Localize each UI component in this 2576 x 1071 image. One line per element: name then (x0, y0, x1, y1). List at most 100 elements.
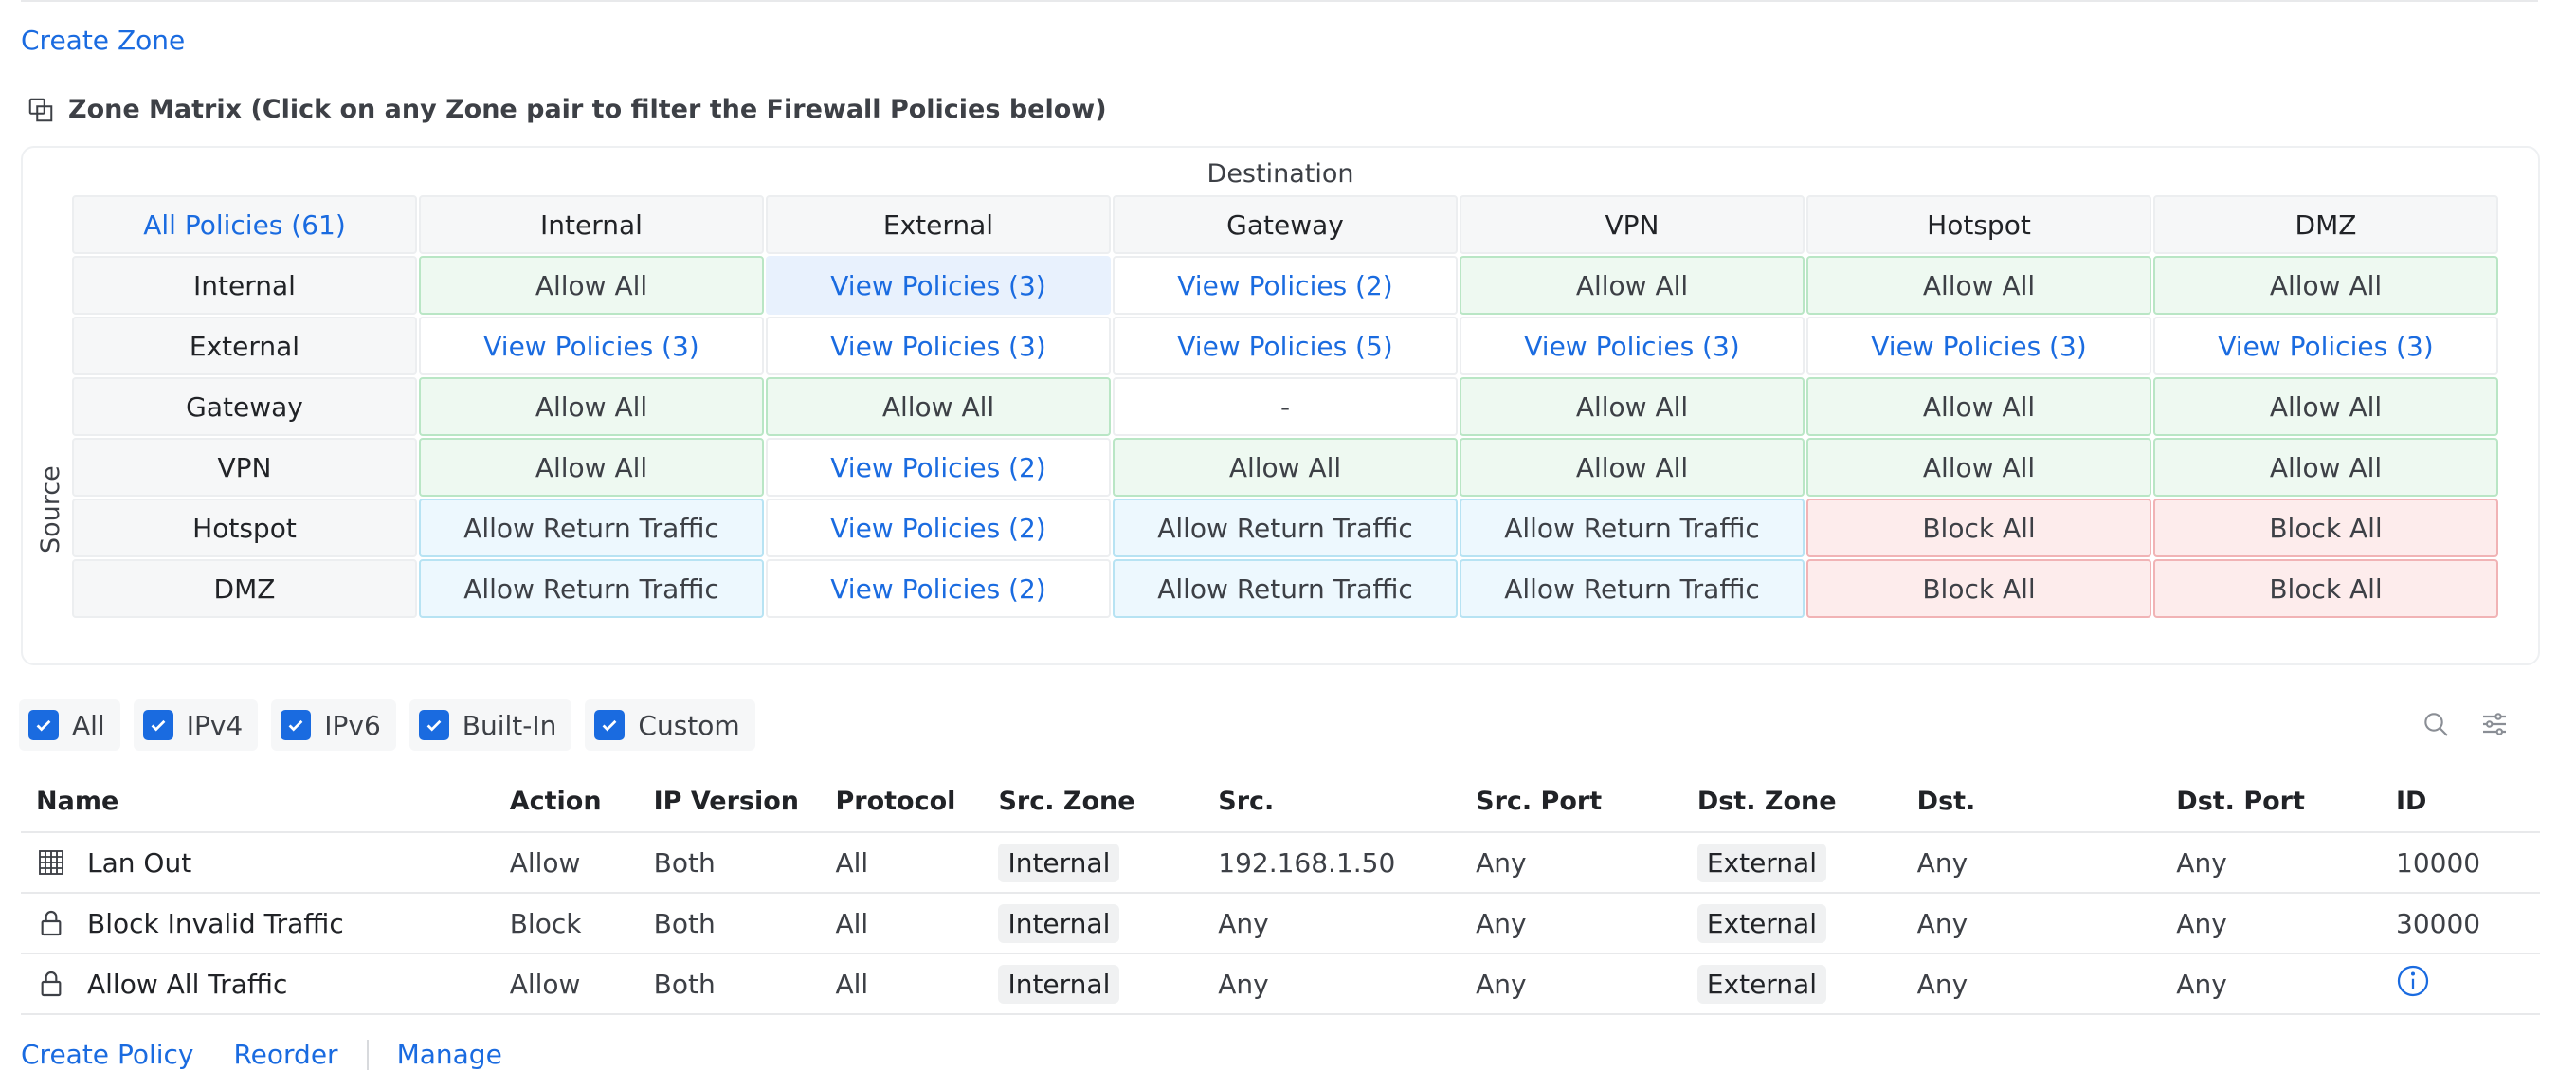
cell-action: Allow (494, 953, 639, 1015)
destination-zone-header: Hotspot (1806, 195, 2151, 254)
checkmark-icon (288, 719, 303, 732)
cell-src-zone: Internal (983, 893, 1204, 954)
column-header[interactable]: Dst. Zone (1681, 771, 1902, 833)
zone-pair-cell[interactable]: Allow Return Traffic (419, 559, 764, 618)
zone-pair-cell[interactable]: Allow All (1806, 377, 2151, 436)
table-row[interactable]: Lan Out Allow Both All Internal 192.168.1.50 A… (21, 832, 2540, 894)
filter-label: IPv6 (324, 709, 381, 741)
destination-zone-header: Gateway (1113, 195, 1458, 254)
source-axis-label: Source (36, 465, 65, 554)
zone-tag: Internal (998, 903, 1120, 943)
reorder-link[interactable]: Reorder (233, 1039, 337, 1070)
cell-src-port: Any (1460, 893, 1682, 954)
zone-pair-cell[interactable]: Allow All (2153, 256, 2498, 315)
zone-pair-cell[interactable]: Allow All (2153, 438, 2498, 497)
filter-chip[interactable]: IPv6 (271, 699, 396, 751)
column-header[interactable]: Dst. Port (2161, 771, 2382, 833)
cell-ip-version: Both (638, 832, 821, 894)
column-header[interactable]: Name (21, 771, 495, 833)
cell-src-port: Any (1460, 953, 1682, 1015)
zone-pair-cell[interactable]: Allow All (1460, 256, 1805, 315)
matrix-row: DMZ Allow Return Traffic View Policies (2)… (72, 559, 2498, 618)
footer-divider (366, 1039, 369, 1070)
zone-matrix-icon (28, 98, 53, 121)
checkbox[interactable] (281, 710, 312, 740)
cell-src-port: Any (1460, 832, 1682, 894)
filter-label: All (72, 709, 105, 741)
cell-dst: Any (1901, 832, 2162, 894)
cell-src: Any (1203, 953, 1461, 1015)
zone-tag: Internal (998, 843, 1120, 882)
destination-zone-header: VPN (1460, 195, 1805, 254)
destination-axis-label: Destination (1206, 159, 1354, 189)
column-header[interactable]: Action (494, 771, 639, 833)
zone-pair-cell[interactable]: Block All (2153, 559, 2498, 618)
column-header[interactable]: Src. (1203, 771, 1461, 833)
zone-pair-cell[interactable]: Allow All (1806, 256, 2151, 315)
zone-pair-cell[interactable]: - (1113, 377, 1458, 436)
zone-pair-cell[interactable]: View Policies (2) (766, 438, 1111, 497)
checkbox[interactable] (418, 710, 449, 740)
source-zone-header: External (72, 317, 417, 375)
all-policies-link[interactable]: All Policies (61) (72, 195, 417, 254)
zone-tag: External (1696, 964, 1826, 1004)
filter-chip[interactable]: Built-In (408, 699, 572, 751)
zone-pair-cell[interactable]: View Policies (3) (1806, 317, 2151, 375)
filter-chip[interactable]: All (19, 699, 120, 751)
checkbox[interactable] (142, 710, 173, 740)
zone-pair-cell[interactable]: Allow All (2153, 377, 2498, 436)
zone-pair-cell[interactable]: Allow All (1113, 438, 1458, 497)
checkbox[interactable] (28, 710, 59, 740)
filter-chip[interactable]: Custom (585, 699, 755, 751)
table-row[interactable]: Allow All Traffic Allow Both All Internal Any… (21, 953, 2540, 1015)
table-row[interactable]: Block Invalid Traffic Block Both All Interna… (21, 893, 2540, 954)
zone-pair-cell[interactable]: Allow All (419, 377, 764, 436)
zone-pair-cell[interactable]: View Policies (3) (1460, 317, 1805, 375)
filter-label: Built-In (462, 709, 557, 741)
zone-pair-cell[interactable]: Allow Return Traffic (419, 499, 764, 557)
policy-filters: All IPv4 IPv6 Built-In Custom (19, 699, 755, 751)
zone-pair-cell[interactable]: View Policies (2) (766, 559, 1111, 618)
column-header[interactable]: ID (2381, 771, 2540, 833)
zone-pair-cell[interactable]: Allow Return Traffic (1460, 499, 1805, 557)
policy-name-text: Block Invalid Traffic (87, 907, 344, 939)
zone-pair-cell[interactable]: Allow Return Traffic (1460, 559, 1805, 618)
create-zone-link[interactable]: Create Zone (21, 25, 185, 56)
zone-pair-cell[interactable]: View Policies (3) (766, 256, 1111, 315)
column-header[interactable]: Protocol (820, 771, 984, 833)
zone-pair-cell[interactable]: View Policies (3) (419, 317, 764, 375)
zone-pair-cell[interactable]: Block All (2153, 499, 2498, 557)
column-header[interactable]: Src. Zone (983, 771, 1204, 833)
zone-pair-cell[interactable]: Allow All (1460, 377, 1805, 436)
policy-name: Allow All Traffic (36, 969, 495, 1000)
cell-dst-zone: External (1681, 832, 1902, 894)
firewall-policies-table: Name Action IP Version Protocol Src. Zone Src… (21, 771, 2540, 1015)
zone-pair-cell[interactable]: Allow All (766, 377, 1111, 436)
filter-chip[interactable]: IPv4 (133, 699, 259, 751)
zone-pair-cell[interactable]: View Policies (3) (2153, 317, 2498, 375)
column-header[interactable]: Src. Port (1460, 771, 1682, 833)
zone-pair-cell[interactable]: Block All (1806, 559, 2151, 618)
zone-pair-cell[interactable]: View Policies (2) (1113, 256, 1458, 315)
zone-pair-cell[interactable]: Allow All (419, 438, 764, 497)
info-icon[interactable] (2396, 964, 2430, 998)
zone-pair-cell[interactable]: View Policies (5) (1113, 317, 1458, 375)
zone-pair-cell[interactable]: View Policies (3) (766, 317, 1111, 375)
cell-protocol: All (820, 953, 984, 1015)
zone-pair-cell[interactable]: Allow Return Traffic (1113, 559, 1458, 618)
column-header[interactable]: IP Version (638, 771, 821, 833)
zone-pair-cell[interactable]: Allow Return Traffic (1113, 499, 1458, 557)
zone-pair-cell[interactable]: Allow All (419, 256, 764, 315)
zone-matrix: Destination Source All Policies (61) Inte… (21, 146, 2540, 665)
search-icon[interactable] (2421, 709, 2451, 739)
column-header[interactable]: Dst. (1901, 771, 2162, 833)
manage-link[interactable]: Manage (397, 1039, 502, 1070)
zone-pair-cell[interactable]: Allow All (1460, 438, 1805, 497)
zone-pair-cell[interactable]: Block All (1806, 499, 2151, 557)
zone-pair-cell[interactable]: Allow All (1806, 438, 2151, 497)
create-policy-link[interactable]: Create Policy (21, 1039, 193, 1070)
grid-icon (39, 850, 63, 875)
checkbox[interactable] (594, 710, 626, 740)
zone-pair-cell[interactable]: View Policies (2) (766, 499, 1111, 557)
settings-sliders-icon[interactable] (2479, 709, 2510, 739)
